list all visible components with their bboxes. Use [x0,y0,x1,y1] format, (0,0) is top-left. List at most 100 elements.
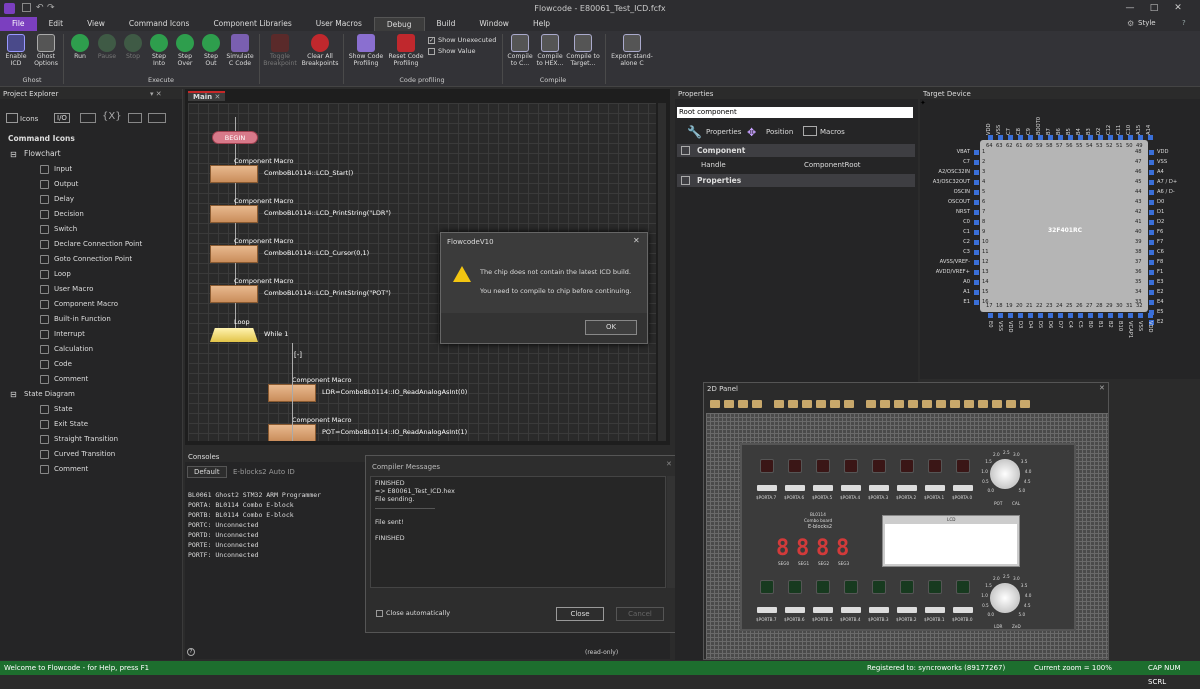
ports-tab-icon[interactable] [148,113,166,123]
tree-item-state[interactable]: State [40,403,73,415]
pin[interactable] [1149,290,1154,295]
pin[interactable] [1149,260,1154,265]
component-macro-block[interactable] [210,285,258,303]
pin[interactable] [1058,135,1063,140]
close-automatically-checkbox[interactable]: Close automatically [376,609,450,617]
dialog-close-icon[interactable]: ✕ [633,236,640,245]
begin-terminator[interactable]: BEGIN [212,131,258,144]
pin[interactable] [1128,313,1133,318]
pin[interactable] [1118,313,1123,318]
panel-tool-icon[interactable] [830,400,840,408]
menu-view[interactable]: View [75,17,117,31]
panel-tool-icon[interactable] [774,400,784,408]
pin[interactable] [1098,313,1103,318]
pin[interactable] [1148,135,1153,140]
compile-to-target-button[interactable]: Compile to Target... [566,34,600,67]
panel-tool-icon[interactable] [866,400,876,408]
macros-tab[interactable]: Macros [820,128,845,136]
portb-button[interactable] [785,607,805,613]
compiler-cancel-button[interactable]: Cancel [616,607,664,621]
pause-button[interactable]: Pause [95,34,119,60]
pin[interactable] [974,220,979,225]
pin[interactable] [1148,313,1153,318]
pin[interactable] [1149,270,1154,275]
tree-item-comment[interactable]: Comment [40,463,88,475]
pin[interactable] [998,313,1003,318]
console-tab-eblocks[interactable]: E-blocks2 Auto ID [227,467,301,477]
close-tab-icon[interactable]: ✕ [215,93,221,101]
pin[interactable] [1028,313,1033,318]
pin[interactable] [974,210,979,215]
portb-button[interactable] [897,607,917,613]
pin[interactable] [1088,313,1093,318]
pin[interactable] [1088,135,1093,140]
handle-value[interactable]: ComponentRoot [804,161,861,169]
properties-section[interactable]: Properties [677,174,915,187]
console-help-icon[interactable]: ? [187,648,195,656]
step-over-button[interactable]: Step Over [173,34,197,67]
panel-tool-icon[interactable] [880,400,890,408]
clear-all-breakpoints-button[interactable]: Clear All Breakpoints [300,34,340,67]
pin[interactable] [974,280,979,285]
pin[interactable] [1098,135,1103,140]
command-icons-root[interactable]: Command Icons [8,133,75,145]
pin[interactable] [1149,240,1154,245]
2d-panel-close-icon[interactable]: ✕ [1099,384,1105,392]
panel-tool-icon[interactable] [1006,400,1016,408]
maximize-button[interactable]: □ [1144,1,1164,15]
portb-button[interactable] [813,607,833,613]
menu-component-libraries[interactable]: Component Libraries [201,17,303,31]
pin[interactable] [974,300,979,305]
pin[interactable] [974,230,979,235]
pin[interactable] [988,135,993,140]
tree-item-straight-transition[interactable]: Straight Transition [40,433,118,445]
pin[interactable] [1149,200,1154,205]
dialog-ok-button[interactable]: OK [585,320,637,335]
show-unexecuted-checkbox[interactable]: ✓ Show Unexecuted [428,36,496,44]
portb-button[interactable] [925,607,945,613]
flowchart-node[interactable]: Flowchart [24,148,61,160]
pin[interactable] [974,200,979,205]
expand-icon[interactable]: ⊟ [10,389,17,401]
menu-file[interactable]: File [0,17,37,31]
compile-to-hex-button[interactable]: Compile to HEX... [535,34,565,67]
pin[interactable] [1078,313,1083,318]
tree-item-delay[interactable]: Delay [40,193,74,205]
minimize-button[interactable]: — [1120,1,1140,15]
step-out-button[interactable]: Step Out [199,34,223,67]
state-diagram-node[interactable]: State Diagram [24,388,75,400]
pin[interactable] [974,190,979,195]
menu-edit[interactable]: Edit [37,17,76,31]
component-macro-block[interactable] [210,205,258,223]
pin[interactable] [1038,313,1043,318]
component-macro-block[interactable] [210,165,258,183]
portb-button[interactable] [841,607,861,613]
menu-user-macros[interactable]: User Macros [304,17,374,31]
porta-button[interactable] [869,485,889,491]
tree-item-calculation[interactable]: Calculation [40,343,93,355]
menu-debug[interactable]: Debug [373,17,425,31]
tree-item-goto-connection-point[interactable]: Goto Connection Point [40,253,132,265]
porta-button[interactable] [757,485,777,491]
reset-code-profiling-button[interactable]: Reset Code Profiling [386,34,426,67]
pin[interactable] [1149,250,1154,255]
export-standalone-c-button[interactable]: Export stand-alone C [608,34,656,67]
pin[interactable] [1108,135,1113,140]
simulate-c-code-button[interactable]: Simulate C Code [224,34,256,67]
panel-tool-icon[interactable] [752,400,762,408]
portb-button[interactable] [757,607,777,613]
tree-item-exit-state[interactable]: Exit State [40,418,88,430]
panel-tool-icon[interactable] [816,400,826,408]
pin[interactable] [1138,135,1143,140]
pin[interactable] [1008,135,1013,140]
pin[interactable] [1138,313,1143,318]
pin[interactable] [974,260,979,265]
compile-to-c-button[interactable]: Compile to C... [505,34,535,67]
pin[interactable] [1149,180,1154,185]
panel-tool-icon[interactable] [844,400,854,408]
pin[interactable] [1149,230,1154,235]
pin[interactable] [974,270,979,275]
component-selector[interactable]: Root component [677,107,913,118]
pin[interactable] [1018,313,1023,318]
pin[interactable] [1068,313,1073,318]
